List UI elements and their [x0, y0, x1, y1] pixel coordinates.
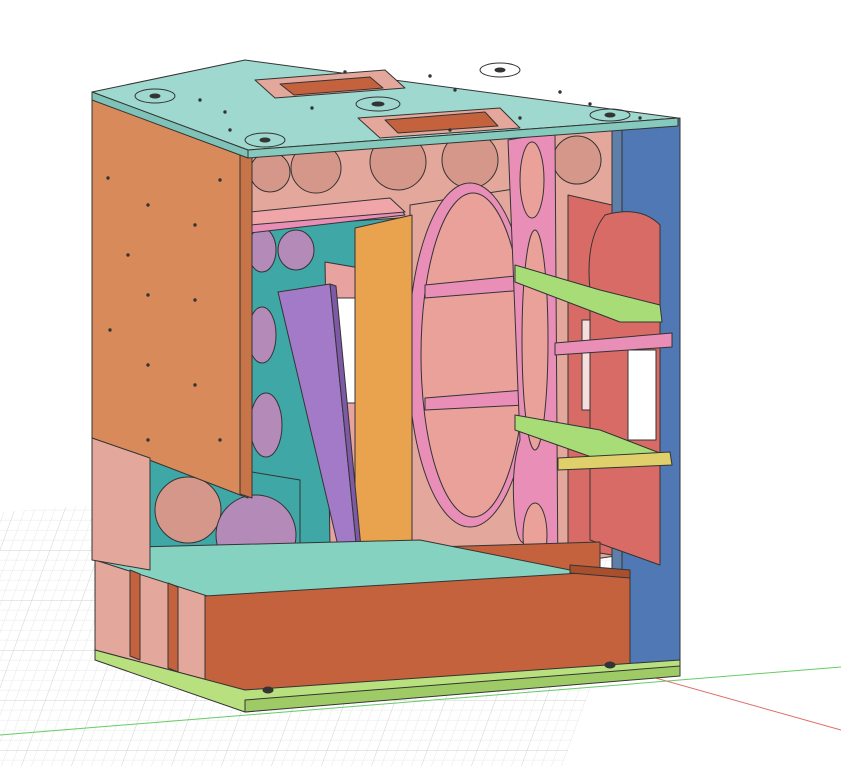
lower-divider-2[interactable]	[167, 582, 179, 673]
left-side-panel[interactable]	[91, 91, 249, 499]
left-side-lower[interactable]	[91, 437, 151, 571]
lower-divider-1[interactable]	[129, 569, 141, 661]
pink-column-ring-1	[519, 141, 545, 219]
left-side-edge	[239, 149, 253, 499]
lower-port-hole-1	[154, 476, 222, 544]
pink-ellipse-opening	[420, 192, 526, 518]
red-panel-window-1	[581, 319, 591, 411]
speaker-enclosure-model[interactable]	[91, 59, 681, 713]
cad-3d-viewport[interactable]	[0, 0, 841, 766]
red-panel-window-2	[627, 349, 657, 441]
base-hole-1	[262, 686, 274, 694]
viewport-canvas[interactable]	[0, 0, 841, 766]
base-hole-2	[604, 661, 616, 669]
